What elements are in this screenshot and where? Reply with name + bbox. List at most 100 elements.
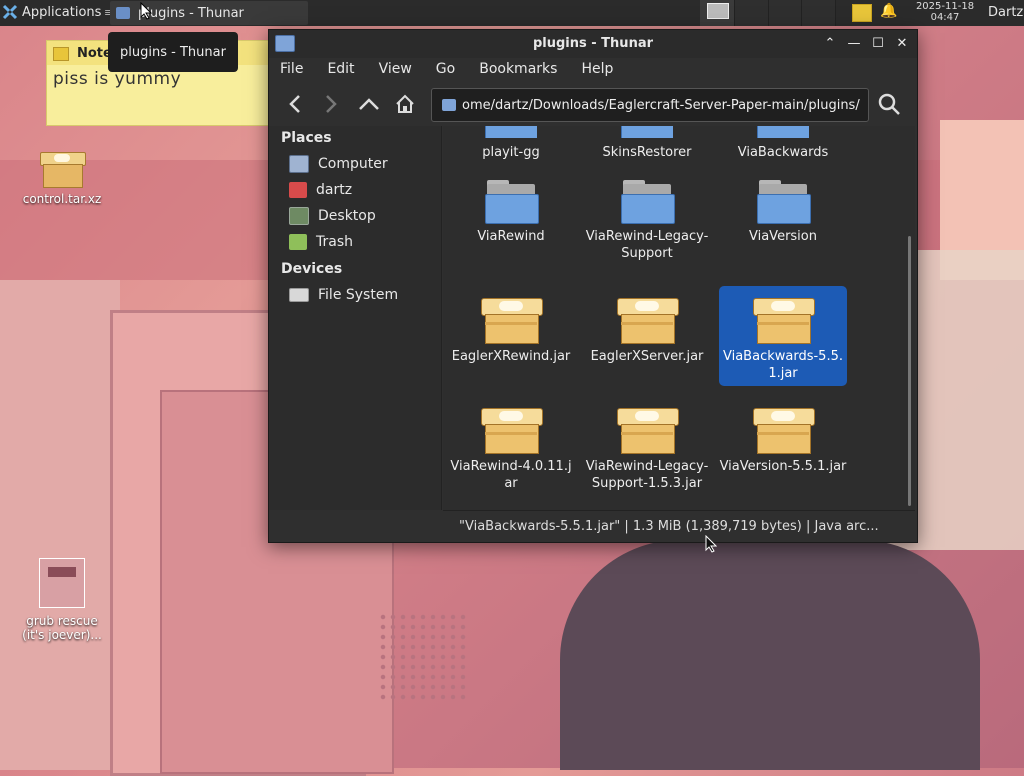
back-button[interactable] [281,90,309,118]
sidebar: Places Computer dartz Desktop Trash Devi… [269,126,442,510]
workspace-2[interactable] [735,0,769,26]
item-label: ViaRewind [477,229,545,244]
search-button[interactable] [875,90,903,118]
folder-icon [485,180,539,224]
item-label: SkinsRestorer [602,145,692,160]
home-button[interactable] [391,90,419,118]
sidebar-item-dartz[interactable]: dartz [289,179,352,201]
status-bar: "ViaBackwards-5.5.1.jar" | 1.3 MiB (1,38… [443,510,915,542]
menu-go[interactable]: Go [424,58,467,82]
clock-date: 2025-11-18 [915,1,975,12]
item-label: ViaVersion-5.5.1.jar [719,459,847,474]
workspace-4[interactable] [802,0,837,26]
item-label: EaglerXServer.jar [590,349,704,364]
shade-button[interactable]: ⌃ [821,34,839,52]
folder-item-viaversion[interactable]: ViaVersion [719,180,847,245]
thunar-window: plugins - Thunar ⌃ — ☐ ✕ File Edit View … [268,29,918,543]
item-label-line2: 1.jar [768,366,798,381]
file-item-viaversion-jar[interactable]: ViaVersion-5.5.1.jar [719,408,847,475]
folder-icon [757,126,809,138]
menu-view[interactable]: View [367,58,424,82]
folder-item-viarewind-legacy-support[interactable]: ViaRewind-Legacy- Support [583,180,711,262]
jar-archive-icon [481,408,543,454]
folder-icon [442,99,456,111]
workspace-3[interactable] [768,0,803,26]
workspace-1[interactable] [700,0,735,26]
folder-icon [621,126,673,138]
applications-menu[interactable]: Applications [2,4,101,20]
wallpaper-figure-body [560,540,980,770]
jar-archive-icon [617,298,679,344]
taskbar-label: plugins - Thunar [138,5,244,21]
location-path[interactable]: ome/dartz/Downloads/Eaglercraft-Server-P… [462,98,860,113]
item-label-line1: ViaRewind-Legacy- [585,229,709,244]
workspace-window-preview [707,3,729,19]
item-label: playit-gg [482,145,540,160]
sidebar-item-desktop[interactable]: Desktop [289,205,376,227]
folder-icon [485,126,537,138]
jar-archive-icon [753,408,815,454]
folder-item-skinsrestorer[interactable]: SkinsRestorer [583,126,711,161]
workspace-switcher[interactable] [700,0,837,26]
desktop-icon-label-line1: grub rescue [26,614,98,628]
sidebar-item-label: Desktop [318,208,376,224]
user-menu[interactable]: Dartz [988,5,1023,20]
toolbar: ome/dartz/Downloads/Eaglercraft-Server-P… [269,84,917,124]
file-item-viarewind-legacy-support-jar[interactable]: ViaRewind-Legacy- Support-1.5.3.jar [583,408,711,492]
item-label-line2: ar [504,476,518,491]
folder-icon [116,7,130,19]
parent-folder-button[interactable] [355,90,383,118]
folder-item-viabackwards[interactable]: ViaBackwards [719,126,847,161]
jar-archive-icon [617,408,679,454]
sidebar-item-computer[interactable]: Computer [289,153,388,175]
item-label-line2: Support [621,246,673,261]
item-label: EaglerXRewind.jar [451,349,571,364]
desktop-icon-grub-rescue[interactable]: grub rescue (it's joever)... [12,558,112,642]
menu-edit[interactable]: Edit [315,58,366,82]
item-label-line2: Support-1.5.3.jar [591,476,703,491]
file-item-viabackwards-jar[interactable]: ViaBackwards-5.5. 1.jar [719,286,847,386]
sidebar-item-file-system[interactable]: File System [289,284,398,306]
clock-time: 04:47 [930,12,960,23]
maximize-button[interactable]: ☐ [869,34,887,52]
folder-item-viarewind[interactable]: ViaRewind [447,180,575,245]
menu-file[interactable]: File [269,58,315,82]
item-label: ViaBackwards [737,145,829,160]
mouse-cursor-icon [140,2,152,20]
taskbar-tooltip: plugins - Thunar [108,32,238,72]
forward-button[interactable] [317,90,345,118]
home-icon [396,94,414,113]
clock[interactable]: 2025-11-18 04:47 [908,1,982,23]
file-item-eaglerxrewind-jar[interactable]: EaglerXRewind.jar [447,296,575,365]
file-view[interactable]: playit-gg SkinsRestorer ViaBackwards Via… [443,126,915,510]
note-text[interactable]: piss is yummy [53,69,181,89]
menu-bar: File Edit View Go Bookmarks Help [269,58,917,82]
notification-bell-icon[interactable]: 🔔 [880,3,897,19]
item-label-line1: ViaBackwards-5.5. [723,349,843,364]
wallpaper-window [0,280,120,770]
location-bar[interactable]: ome/dartz/Downloads/Eaglercraft-Server-P… [431,88,869,122]
folder-item-playit-gg[interactable]: playit-gg [447,126,575,161]
sidebar-item-trash[interactable]: Trash [289,231,353,253]
notes-tray-icon[interactable] [852,4,872,22]
desktop-icon [289,207,309,225]
desktop-icon-control-archive[interactable]: control.tar.xz [12,152,112,206]
sidebar-item-label: Trash [316,234,353,250]
file-item-eaglerxserver-jar[interactable]: EaglerXServer.jar [583,296,711,365]
jar-archive-icon [753,298,815,344]
home-icon [289,182,307,198]
folder-icon [757,180,811,224]
sidebar-item-label: dartz [316,182,353,198]
window-titlebar[interactable]: plugins - Thunar ⌃ — ☐ ✕ [269,30,917,58]
search-icon [878,93,900,115]
vertical-scrollbar[interactable] [908,236,911,506]
menu-help[interactable]: Help [569,58,625,82]
chevron-up-icon [359,98,379,110]
close-button[interactable]: ✕ [893,34,911,52]
minimize-button[interactable]: — [845,34,863,52]
window-title: plugins - Thunar [532,36,654,51]
drive-icon [289,288,309,302]
file-item-viarewind-jar[interactable]: ViaRewind-4.0.11.j ar [447,408,575,492]
menu-bookmarks[interactable]: Bookmarks [467,58,569,82]
sidebar-heading-devices: Devices [281,261,343,277]
